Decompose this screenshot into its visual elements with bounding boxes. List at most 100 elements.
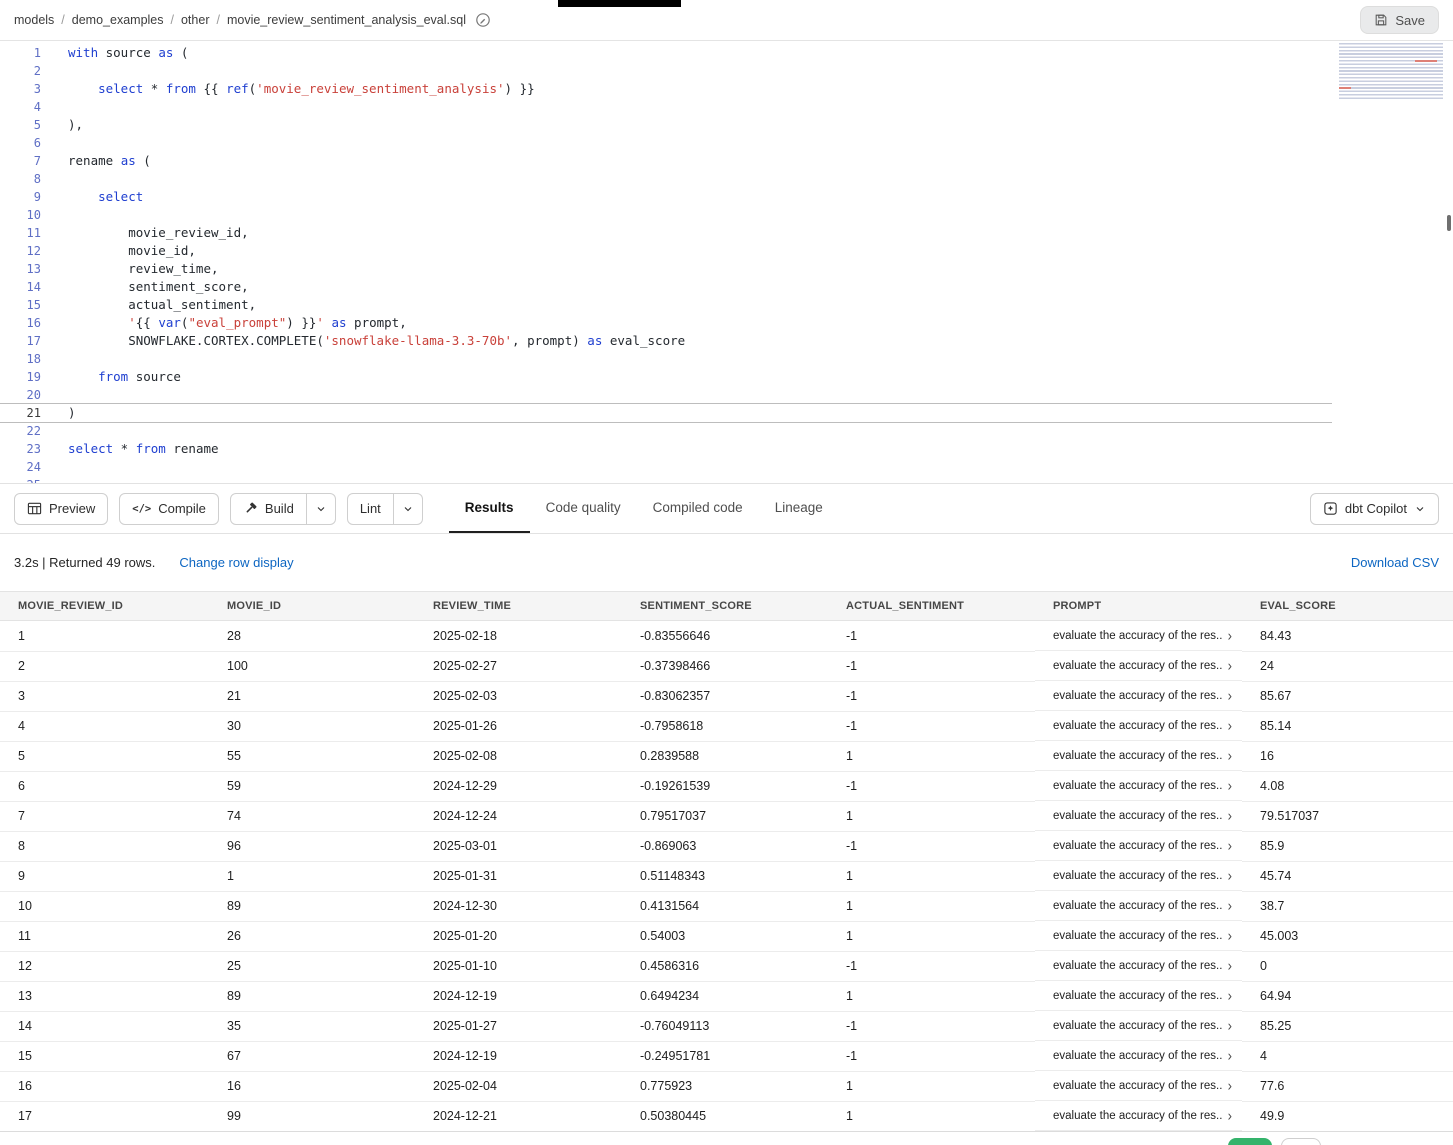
line-number: 16 — [0, 314, 41, 332]
expand-cell-icon[interactable]: › — [1228, 657, 1232, 674]
table-cell: 30 — [209, 711, 415, 741]
code-line[interactable]: 23select * from rename — [0, 440, 1332, 458]
table-cell: 1 — [828, 861, 1035, 891]
expand-cell-icon[interactable]: › — [1228, 1047, 1232, 1064]
table-cell: 2025-02-18 — [415, 621, 622, 652]
expand-cell-icon[interactable]: › — [1228, 867, 1232, 884]
footer-primary-button[interactable] — [1228, 1138, 1272, 1145]
code-line[interactable]: 22 — [0, 422, 1332, 440]
table-row: 3212025-02-03-0.83062357-1evaluate the a… — [0, 681, 1453, 711]
expand-cell-icon[interactable]: › — [1228, 747, 1232, 764]
expand-cell-icon[interactable]: › — [1228, 837, 1232, 854]
code-line[interactable]: 12 movie_id, — [0, 242, 1332, 260]
compile-button[interactable]: </> Compile — [119, 493, 219, 525]
table-row: 6592024-12-29-0.19261539-1evaluate the a… — [0, 771, 1453, 801]
minimap[interactable] — [1339, 43, 1443, 99]
preview-button[interactable]: Preview — [14, 493, 108, 525]
code-line[interactable]: 11 movie_review_id, — [0, 224, 1332, 242]
change-row-display-link[interactable]: Change row display — [179, 555, 293, 570]
expand-cell-icon[interactable]: › — [1228, 1107, 1232, 1124]
tab-results[interactable]: Results — [449, 484, 530, 533]
lint-button[interactable]: Lint — [347, 493, 394, 525]
code-line[interactable]: 19 from source — [0, 368, 1332, 386]
code-line[interactable]: 15 actual_sentiment, — [0, 296, 1332, 314]
expand-cell-icon[interactable]: › — [1228, 717, 1232, 734]
prompt-text: evaluate the accuracy of the res... — [1053, 1020, 1222, 1032]
table-cell: 99 — [209, 1101, 415, 1131]
expand-cell-icon[interactable]: › — [1228, 957, 1232, 974]
tab-compiled-code[interactable]: Compiled code — [637, 484, 759, 533]
build-options-button[interactable] — [307, 493, 336, 525]
code-line[interactable]: 9 select — [0, 188, 1332, 206]
expand-cell-icon[interactable]: › — [1228, 987, 1232, 1004]
code-line[interactable]: 8 — [0, 170, 1332, 188]
table-row: 4302025-01-26-0.7958618-1evaluate the ac… — [0, 711, 1453, 741]
code-line[interactable]: 6 — [0, 134, 1332, 152]
table-cell: -0.19261539 — [622, 771, 828, 801]
table-cell: 3 — [0, 681, 209, 711]
code-line[interactable]: 5), — [0, 116, 1332, 134]
table-cell: 84.43 — [1242, 621, 1453, 652]
editor-scrollbar[interactable] — [1447, 215, 1451, 231]
dbt-copilot-button[interactable]: dbt Copilot — [1310, 493, 1439, 525]
breadcrumb-separator: / — [216, 13, 219, 27]
table-cell: 2025-01-26 — [415, 711, 622, 741]
code-line[interactable]: 13 review_time, — [0, 260, 1332, 278]
expand-cell-icon[interactable]: › — [1228, 927, 1232, 944]
table-cell: -0.24951781 — [622, 1041, 828, 1071]
table-cell: -1 — [828, 621, 1035, 652]
code-line[interactable]: 4 — [0, 98, 1332, 116]
code-line[interactable]: 21) — [0, 404, 1332, 422]
breadcrumb-item[interactable]: movie_review_sentiment_analysis_eval.sql — [227, 13, 466, 27]
table-icon — [27, 501, 42, 516]
save-button[interactable]: Save — [1360, 6, 1439, 34]
lint-options-button[interactable] — [394, 493, 423, 525]
prompt-cell: evaluate the accuracy of the res...› — [1035, 951, 1242, 981]
table-cell: 59 — [209, 771, 415, 801]
table-cell: 1 — [828, 741, 1035, 771]
code-line[interactable]: 3 select * from {{ ref('movie_review_sen… — [0, 80, 1332, 98]
table-row: 8962025-03-01-0.869063-1evaluate the acc… — [0, 831, 1453, 861]
code-line[interactable]: 14 sentiment_score, — [0, 278, 1332, 296]
code-line[interactable]: 10 — [0, 206, 1332, 224]
code-text: review_time, — [41, 260, 219, 278]
tab-code-quality[interactable]: Code quality — [530, 484, 637, 533]
code-line[interactable]: 17 SNOWFLAKE.CORTEX.COMPLETE('snowflake-… — [0, 332, 1332, 350]
table-cell: 55 — [209, 741, 415, 771]
compile-label: Compile — [158, 501, 206, 516]
expand-cell-icon[interactable]: › — [1228, 627, 1232, 644]
code-line[interactable]: 1with source as ( — [0, 44, 1332, 62]
expand-cell-icon[interactable]: › — [1228, 1077, 1232, 1094]
code-editor[interactable]: 1with source as (23 select * from {{ ref… — [0, 41, 1453, 484]
tab-lineage[interactable]: Lineage — [759, 484, 839, 533]
prompt-text: evaluate the accuracy of the res... — [1053, 1050, 1222, 1062]
breadcrumb-item[interactable]: models — [14, 13, 54, 27]
code-line[interactable]: 24 — [0, 458, 1332, 476]
code-line[interactable]: 25 — [0, 476, 1332, 484]
expand-cell-icon[interactable]: › — [1228, 777, 1232, 794]
breadcrumb-item[interactable]: other — [181, 13, 210, 27]
code-line[interactable]: 18 — [0, 350, 1332, 368]
code-line[interactable]: 16 '{{ var("eval_prompt") }}' as prompt, — [0, 314, 1332, 332]
table-cell: 1 — [828, 1071, 1035, 1101]
code-text: movie_review_id, — [41, 224, 249, 242]
code-line[interactable]: 20 — [0, 386, 1332, 404]
expand-cell-icon[interactable]: › — [1228, 897, 1232, 914]
table-row: 17992024-12-210.503804451evaluate the ac… — [0, 1101, 1453, 1131]
table-cell: 79.517037 — [1242, 801, 1453, 831]
expand-cell-icon[interactable]: › — [1228, 687, 1232, 704]
download-csv-link[interactable]: Download CSV — [1351, 555, 1439, 570]
table-cell: 1 — [0, 621, 209, 652]
code-line[interactable]: 2 — [0, 62, 1332, 80]
expand-cell-icon[interactable]: › — [1228, 807, 1232, 824]
dbt-copilot-icon — [1323, 501, 1338, 516]
code-text: actual_sentiment, — [41, 296, 256, 314]
expand-cell-icon[interactable]: › — [1228, 1017, 1232, 1034]
table-cell: 12 — [0, 951, 209, 981]
footer-secondary-button[interactable] — [1281, 1138, 1321, 1145]
breadcrumb-item[interactable]: demo_examples — [72, 13, 164, 27]
column-header: SENTIMENT_SCORE — [622, 592, 828, 621]
code-line[interactable]: 7rename as ( — [0, 152, 1332, 170]
build-button[interactable]: Build — [230, 493, 307, 525]
table-row: 13892024-12-190.64942341evaluate the acc… — [0, 981, 1453, 1011]
